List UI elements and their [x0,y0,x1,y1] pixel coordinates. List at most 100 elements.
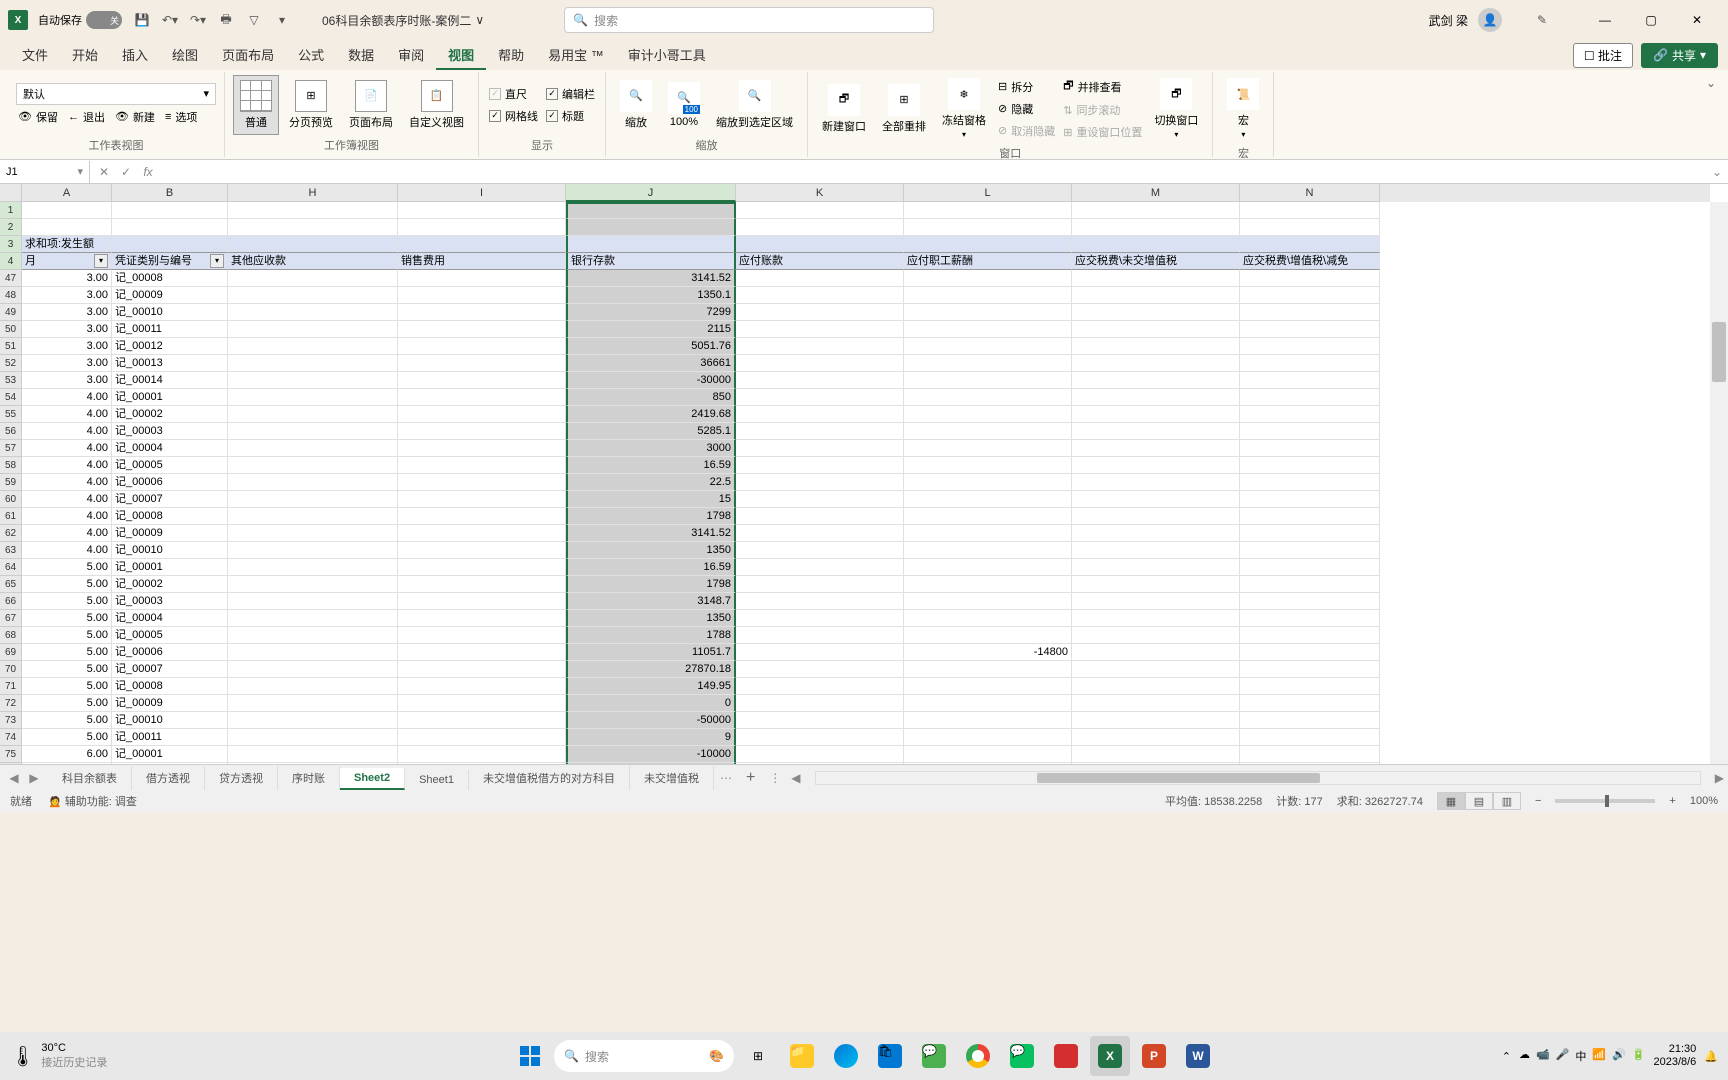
ime-icon[interactable]: 中 [1575,1048,1586,1064]
cell[interactable]: 4.00 [22,474,112,491]
chrome-icon[interactable] [958,1036,998,1076]
select-all-corner[interactable] [0,184,22,202]
cell[interactable] [736,610,904,627]
cell[interactable] [398,355,566,372]
cell[interactable] [398,491,566,508]
cell[interactable] [1072,627,1240,644]
task-view-icon[interactable]: ⊞ [738,1036,778,1076]
cell[interactable]: 7299 [566,304,736,321]
cell[interactable] [228,491,398,508]
menu-tab[interactable]: 数据 [336,41,386,70]
cell[interactable]: 记_00007 [112,661,228,678]
cell[interactable] [228,542,398,559]
cell[interactable] [904,695,1072,712]
row-header[interactable]: 58 [0,457,22,474]
cell[interactable]: -14800 [904,644,1072,661]
split-button[interactable]: ⊟ 拆分 [996,77,1057,97]
cell[interactable]: 27870.18 [566,661,736,678]
cell[interactable] [1240,457,1380,474]
cell[interactable] [228,525,398,542]
collapse-ribbon-icon[interactable]: ⌄ [1702,72,1720,157]
row-header[interactable]: 75 [0,746,22,763]
row-header[interactable]: 73 [0,712,22,729]
mic-icon[interactable]: 🎤 [1556,1048,1570,1064]
cell[interactable] [736,644,904,661]
cell[interactable] [1072,440,1240,457]
cell[interactable] [904,661,1072,678]
cell[interactable] [1072,338,1240,355]
volume-icon[interactable]: 🔊 [1612,1048,1626,1064]
cell[interactable] [112,202,228,219]
cell[interactable] [1240,304,1380,321]
cell[interactable] [736,287,904,304]
cell[interactable]: 36661 [566,355,736,372]
cell[interactable] [228,389,398,406]
filter-dropdown-icon[interactable]: ▾ [210,254,224,268]
cell[interactable]: 5.00 [22,644,112,661]
menu-tab[interactable]: 视图 [436,41,486,70]
cell[interactable] [112,219,228,236]
cell[interactable] [904,508,1072,525]
row-header[interactable]: 69 [0,644,22,661]
menu-tab[interactable]: 绘图 [160,41,210,70]
cell[interactable] [1072,729,1240,746]
cell[interactable]: -30000 [566,372,736,389]
cell[interactable] [398,746,566,763]
cell[interactable] [1240,729,1380,746]
cell[interactable]: 3.00 [22,338,112,355]
cell[interactable] [736,389,904,406]
cell[interactable]: 4.00 [22,389,112,406]
sheet-prev-icon[interactable]: ◀ [6,770,22,786]
cell[interactable] [228,423,398,440]
zoom-button[interactable]: 🔍缩放 [614,76,658,134]
cell[interactable] [904,219,1072,236]
menu-tab[interactable]: 页面布局 [210,41,286,70]
cell[interactable] [1072,508,1240,525]
cell[interactable] [904,525,1072,542]
cell[interactable]: 记_00012 [112,338,228,355]
name-box[interactable]: J1▾ [0,161,90,183]
cell[interactable] [1240,423,1380,440]
taskbar-search[interactable]: 🔍搜索🎨 [554,1040,734,1072]
cell[interactable]: 5285.1 [566,423,736,440]
row-header[interactable]: 47 [0,270,22,287]
sheets-menu-icon[interactable]: ⋮ [763,771,787,785]
cell[interactable] [904,270,1072,287]
cell[interactable]: 记_00006 [112,644,228,661]
cell[interactable]: 5.00 [22,593,112,610]
cell[interactable] [904,678,1072,695]
col-header-N[interactable]: N [1240,184,1380,202]
keep-button[interactable]: 👁 保留 [16,107,60,127]
cell[interactable]: 记_00013 [112,355,228,372]
cell[interactable] [22,202,112,219]
cell[interactable] [904,542,1072,559]
cell[interactable]: 3.00 [22,304,112,321]
row-header[interactable]: 70 [0,661,22,678]
cell[interactable]: 3148.7 [566,593,736,610]
row-header[interactable]: 65 [0,576,22,593]
toggle-switch[interactable]: 关 [86,11,122,29]
cell[interactable] [228,559,398,576]
cell[interactable] [1072,593,1240,610]
cell[interactable] [566,236,736,253]
cell[interactable] [228,287,398,304]
cell[interactable]: 银行存款 [566,253,736,270]
cell[interactable] [228,763,398,764]
battery-icon[interactable]: 🔋 [1632,1048,1646,1064]
cell[interactable] [398,457,566,474]
row-header[interactable]: 2 [0,219,22,236]
cell[interactable]: 4.00 [22,525,112,542]
cell[interactable] [398,372,566,389]
cell[interactable]: 5.00 [22,610,112,627]
cell[interactable] [1072,202,1240,219]
cell[interactable] [904,627,1072,644]
cell[interactable] [904,236,1072,253]
cell[interactable] [1240,474,1380,491]
hscroll-right-icon[interactable]: ▶ [1711,771,1728,785]
normal-view-icon[interactable]: ▦ [1437,792,1465,810]
menu-tab[interactable]: 文件 [10,41,60,70]
spreadsheet-grid[interactable]: ABHIJKLMN 123447484950515253545556575859… [0,184,1728,764]
cell[interactable]: 3.00 [22,321,112,338]
row-header[interactable]: 50 [0,321,22,338]
cell[interactable] [228,576,398,593]
